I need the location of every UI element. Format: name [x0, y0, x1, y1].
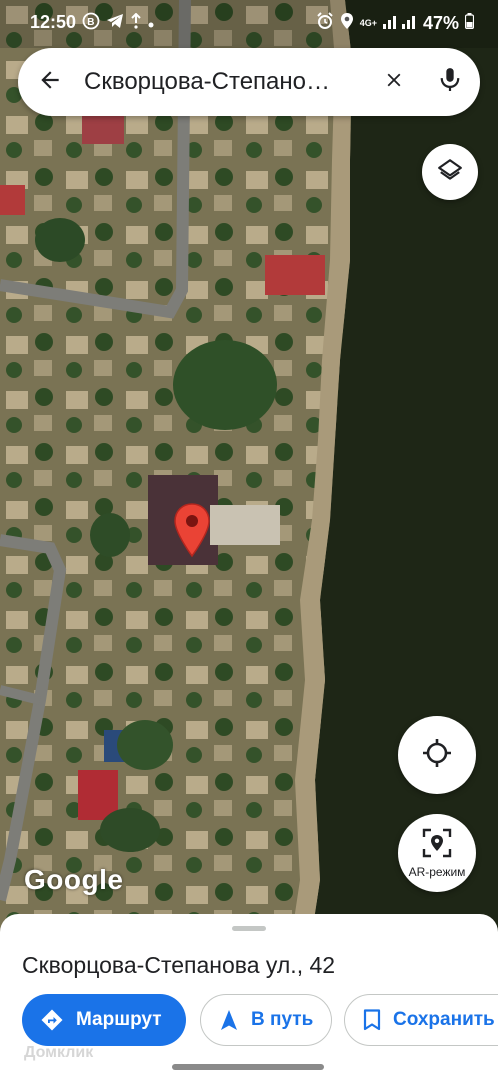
map-pin-icon: [174, 503, 210, 558]
ar-mode-label: AR-режим: [408, 864, 466, 879]
status-bar: 12:50 B 4G+ 47%: [0, 0, 498, 48]
start-navigation-button[interactable]: В путь: [200, 994, 332, 1046]
back-button[interactable]: [18, 48, 82, 116]
layers-button[interactable]: [422, 144, 478, 200]
telegram-icon: [106, 13, 124, 32]
arrow-back-icon: [37, 67, 63, 98]
directions-icon: [40, 1008, 64, 1032]
place-title: Скворцова-Степанова ул., 42: [22, 952, 336, 978]
start-navigation-label: В путь: [251, 1009, 314, 1030]
b-icon: B: [82, 12, 100, 33]
save-button[interactable]: Сохранить: [344, 994, 498, 1046]
search-input[interactable]: Скворцова-Степано…: [82, 68, 368, 96]
close-icon: [383, 69, 405, 96]
route-button[interactable]: Маршрут: [22, 994, 186, 1046]
clear-button[interactable]: [368, 48, 420, 116]
layers-icon: [437, 157, 463, 188]
google-logo: Google: [24, 864, 124, 895]
voice-search-button[interactable]: [420, 48, 480, 116]
save-label: Сохранить: [393, 1009, 495, 1030]
bookmark-icon: [363, 1009, 381, 1031]
mic-icon: [439, 67, 461, 98]
battery-icon: [464, 13, 475, 34]
route-label: Маршрут: [76, 1009, 162, 1030]
navigation-arrow-icon: [219, 1009, 239, 1031]
action-chips: Маршрут В путь Сохранить: [22, 994, 498, 1046]
drag-handle[interactable]: [232, 926, 266, 931]
crosshair-icon: [421, 737, 453, 774]
ar-pin-icon: [422, 828, 452, 863]
alarm-icon: [316, 12, 334, 35]
ar-mode-button[interactable]: AR-режим: [398, 814, 476, 892]
watermark: Домклик: [24, 1044, 94, 1061]
network-type: 4G+: [359, 18, 377, 28]
signal-icon: [382, 13, 417, 34]
search-bar[interactable]: Скворцова-Степано…: [18, 48, 480, 116]
my-location-button[interactable]: [398, 716, 476, 794]
dot-icon: [148, 15, 154, 31]
svg-text:B: B: [87, 17, 94, 28]
clock: 12:50: [30, 12, 77, 32]
notification-icon: [130, 12, 142, 32]
location-icon: [340, 12, 354, 35]
gesture-nav-handle[interactable]: [172, 1064, 324, 1070]
location-pin[interactable]: [172, 502, 212, 558]
battery-level: 47%: [422, 13, 459, 33]
